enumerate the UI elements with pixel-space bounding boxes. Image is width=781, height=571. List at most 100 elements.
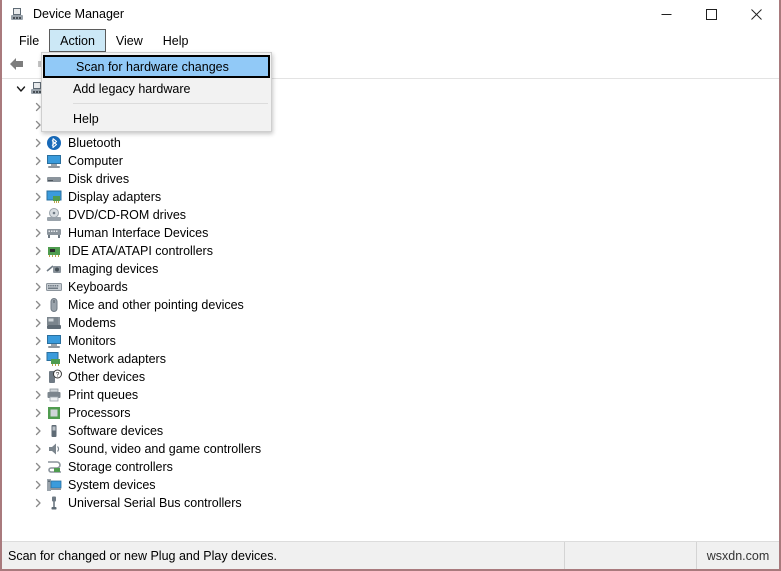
device-manager-window: Device Manager File Action View Help Blu… xyxy=(0,0,781,571)
menu-bar: File Action View Help xyxy=(2,28,779,53)
maximize-button[interactable] xyxy=(689,0,734,28)
back-button[interactable] xyxy=(5,55,29,77)
tree-item-monitors[interactable]: Monitors xyxy=(5,332,290,350)
tree-item-network-adapters-label: Network adapters xyxy=(68,352,166,366)
tree-item-other-devices[interactable]: ? Other devices xyxy=(5,368,290,386)
tree-item-software-devices[interactable]: Software devices xyxy=(5,422,290,440)
tree-item-bluetooth[interactable]: Bluetooth xyxy=(5,134,290,152)
chevron-right-icon[interactable] xyxy=(30,476,46,494)
tree-item-ide-controllers-label: IDE ATA/ATAPI controllers xyxy=(68,244,213,258)
window-controls xyxy=(644,0,779,28)
tree-item-computer-label: Computer xyxy=(68,154,123,168)
tree-item-ide-controllers[interactable]: IDE ATA/ATAPI controllers xyxy=(5,242,290,260)
tree-item-modems[interactable]: Modems xyxy=(5,314,290,332)
tree-item-dvd-drives[interactable]: DVD/CD-ROM drives xyxy=(5,206,290,224)
title-bar: Device Manager xyxy=(2,0,779,28)
speaker-icon xyxy=(46,441,62,457)
menu-file[interactable]: File xyxy=(9,29,49,52)
tree-item-processors[interactable]: Processors xyxy=(5,404,290,422)
tree-item-storage-controllers[interactable]: Storage controllers xyxy=(5,458,290,476)
chevron-down-icon[interactable] xyxy=(13,80,29,98)
tree-item-sound-controllers[interactable]: Sound, video and game controllers xyxy=(5,440,290,458)
software-device-icon xyxy=(46,423,62,439)
status-message: Scan for changed or new Plug and Play de… xyxy=(8,548,277,563)
printer-icon xyxy=(46,387,62,403)
system-device-icon xyxy=(46,477,62,493)
tree-item-disk-drives[interactable]: Disk drives xyxy=(5,170,290,188)
svg-text:?: ? xyxy=(56,372,60,379)
chevron-right-icon[interactable] xyxy=(30,134,46,152)
tree-item-mice[interactable]: Mice and other pointing devices xyxy=(5,296,290,314)
chevron-right-icon[interactable] xyxy=(30,170,46,188)
hid-icon xyxy=(46,225,62,241)
chevron-right-icon[interactable] xyxy=(30,278,46,296)
menu-item-help[interactable]: Help xyxy=(42,108,271,129)
computer-monitor-icon xyxy=(46,153,62,169)
display-adapter-icon xyxy=(46,189,62,205)
tree-item-monitors-label: Monitors xyxy=(68,334,116,348)
tree-item-usb-controllers-label: Universal Serial Bus controllers xyxy=(68,496,242,510)
tree-item-imaging-devices[interactable]: Imaging devices xyxy=(5,260,290,278)
minimize-button[interactable] xyxy=(644,0,689,28)
processor-icon xyxy=(46,405,62,421)
window-title: Device Manager xyxy=(33,7,125,21)
tree-item-usb-controllers[interactable]: Universal Serial Bus controllers xyxy=(5,494,290,512)
optical-drive-icon xyxy=(46,207,62,223)
chevron-right-icon[interactable] xyxy=(30,224,46,242)
tree-item-display-adapters[interactable]: Display adapters xyxy=(5,188,290,206)
chevron-right-icon[interactable] xyxy=(30,350,46,368)
chevron-right-icon[interactable] xyxy=(30,458,46,476)
device-tree[interactable]: Audio inputs and outputs Batteries xyxy=(5,80,290,538)
tree-item-system-devices[interactable]: System devices xyxy=(5,476,290,494)
tree-item-hid-label: Human Interface Devices xyxy=(68,226,209,240)
disk-drive-icon xyxy=(46,171,62,187)
other-device-icon: ? xyxy=(46,369,62,385)
tree-item-sound-controllers-label: Sound, video and game controllers xyxy=(68,442,262,456)
chevron-right-icon[interactable] xyxy=(30,332,46,350)
tree-item-display-adapters-label: Display adapters xyxy=(68,190,162,204)
chevron-right-icon[interactable] xyxy=(30,314,46,332)
menu-separator xyxy=(73,103,268,104)
action-menu-dropdown[interactable]: Scan for hardware changes Add legacy har… xyxy=(41,52,272,132)
tree-item-hid[interactable]: Human Interface Devices xyxy=(5,224,290,242)
tree-item-keyboards-label: Keyboards xyxy=(68,280,128,294)
tree-item-disk-drives-label: Disk drives xyxy=(68,172,130,186)
mouse-icon xyxy=(46,297,62,313)
tree-item-imaging-devices-label: Imaging devices xyxy=(68,262,159,276)
chevron-right-icon[interactable] xyxy=(30,206,46,224)
chevron-right-icon[interactable] xyxy=(30,404,46,422)
chevron-right-icon[interactable] xyxy=(30,242,46,260)
menu-action[interactable]: Action xyxy=(49,29,106,52)
tree-item-print-queues-label: Print queues xyxy=(68,388,139,402)
chevron-right-icon[interactable] xyxy=(30,368,46,386)
chevron-right-icon[interactable] xyxy=(30,440,46,458)
monitor-icon xyxy=(46,333,62,349)
menu-item-scan-for-hardware-changes[interactable]: Scan for hardware changes xyxy=(43,55,270,78)
content-area: Audio inputs and outputs Batteries xyxy=(2,79,779,541)
tree-item-mice-label: Mice and other pointing devices xyxy=(68,298,244,312)
tree-item-bluetooth-label: Bluetooth xyxy=(68,136,121,150)
menu-view[interactable]: View xyxy=(106,29,153,52)
tree-item-keyboards[interactable]: Keyboards xyxy=(5,278,290,296)
tree-item-system-devices-label: System devices xyxy=(68,478,156,492)
chevron-right-icon[interactable] xyxy=(30,188,46,206)
tree-item-computer[interactable]: Computer xyxy=(5,152,290,170)
chevron-right-icon[interactable] xyxy=(30,296,46,314)
close-button[interactable] xyxy=(734,0,779,28)
tree-item-other-devices-label: Other devices xyxy=(68,370,146,384)
tree-item-print-queues[interactable]: Print queues xyxy=(5,386,290,404)
chevron-right-icon[interactable] xyxy=(30,386,46,404)
keyboard-icon xyxy=(46,279,62,295)
chevron-right-icon[interactable] xyxy=(30,422,46,440)
device-manager-icon xyxy=(9,6,25,22)
chevron-right-icon[interactable] xyxy=(30,494,46,512)
chevron-right-icon[interactable] xyxy=(30,152,46,170)
tree-item-network-adapters[interactable]: Network adapters xyxy=(5,350,290,368)
chevron-right-icon[interactable] xyxy=(30,260,46,278)
menu-item-add-legacy-hardware[interactable]: Add legacy hardware xyxy=(42,78,271,99)
ide-controller-icon xyxy=(46,243,62,259)
menu-help[interactable]: Help xyxy=(153,29,199,52)
tree-item-processors-label: Processors xyxy=(68,406,131,420)
network-adapter-icon xyxy=(46,351,62,367)
tree-item-storage-controllers-label: Storage controllers xyxy=(68,460,173,474)
